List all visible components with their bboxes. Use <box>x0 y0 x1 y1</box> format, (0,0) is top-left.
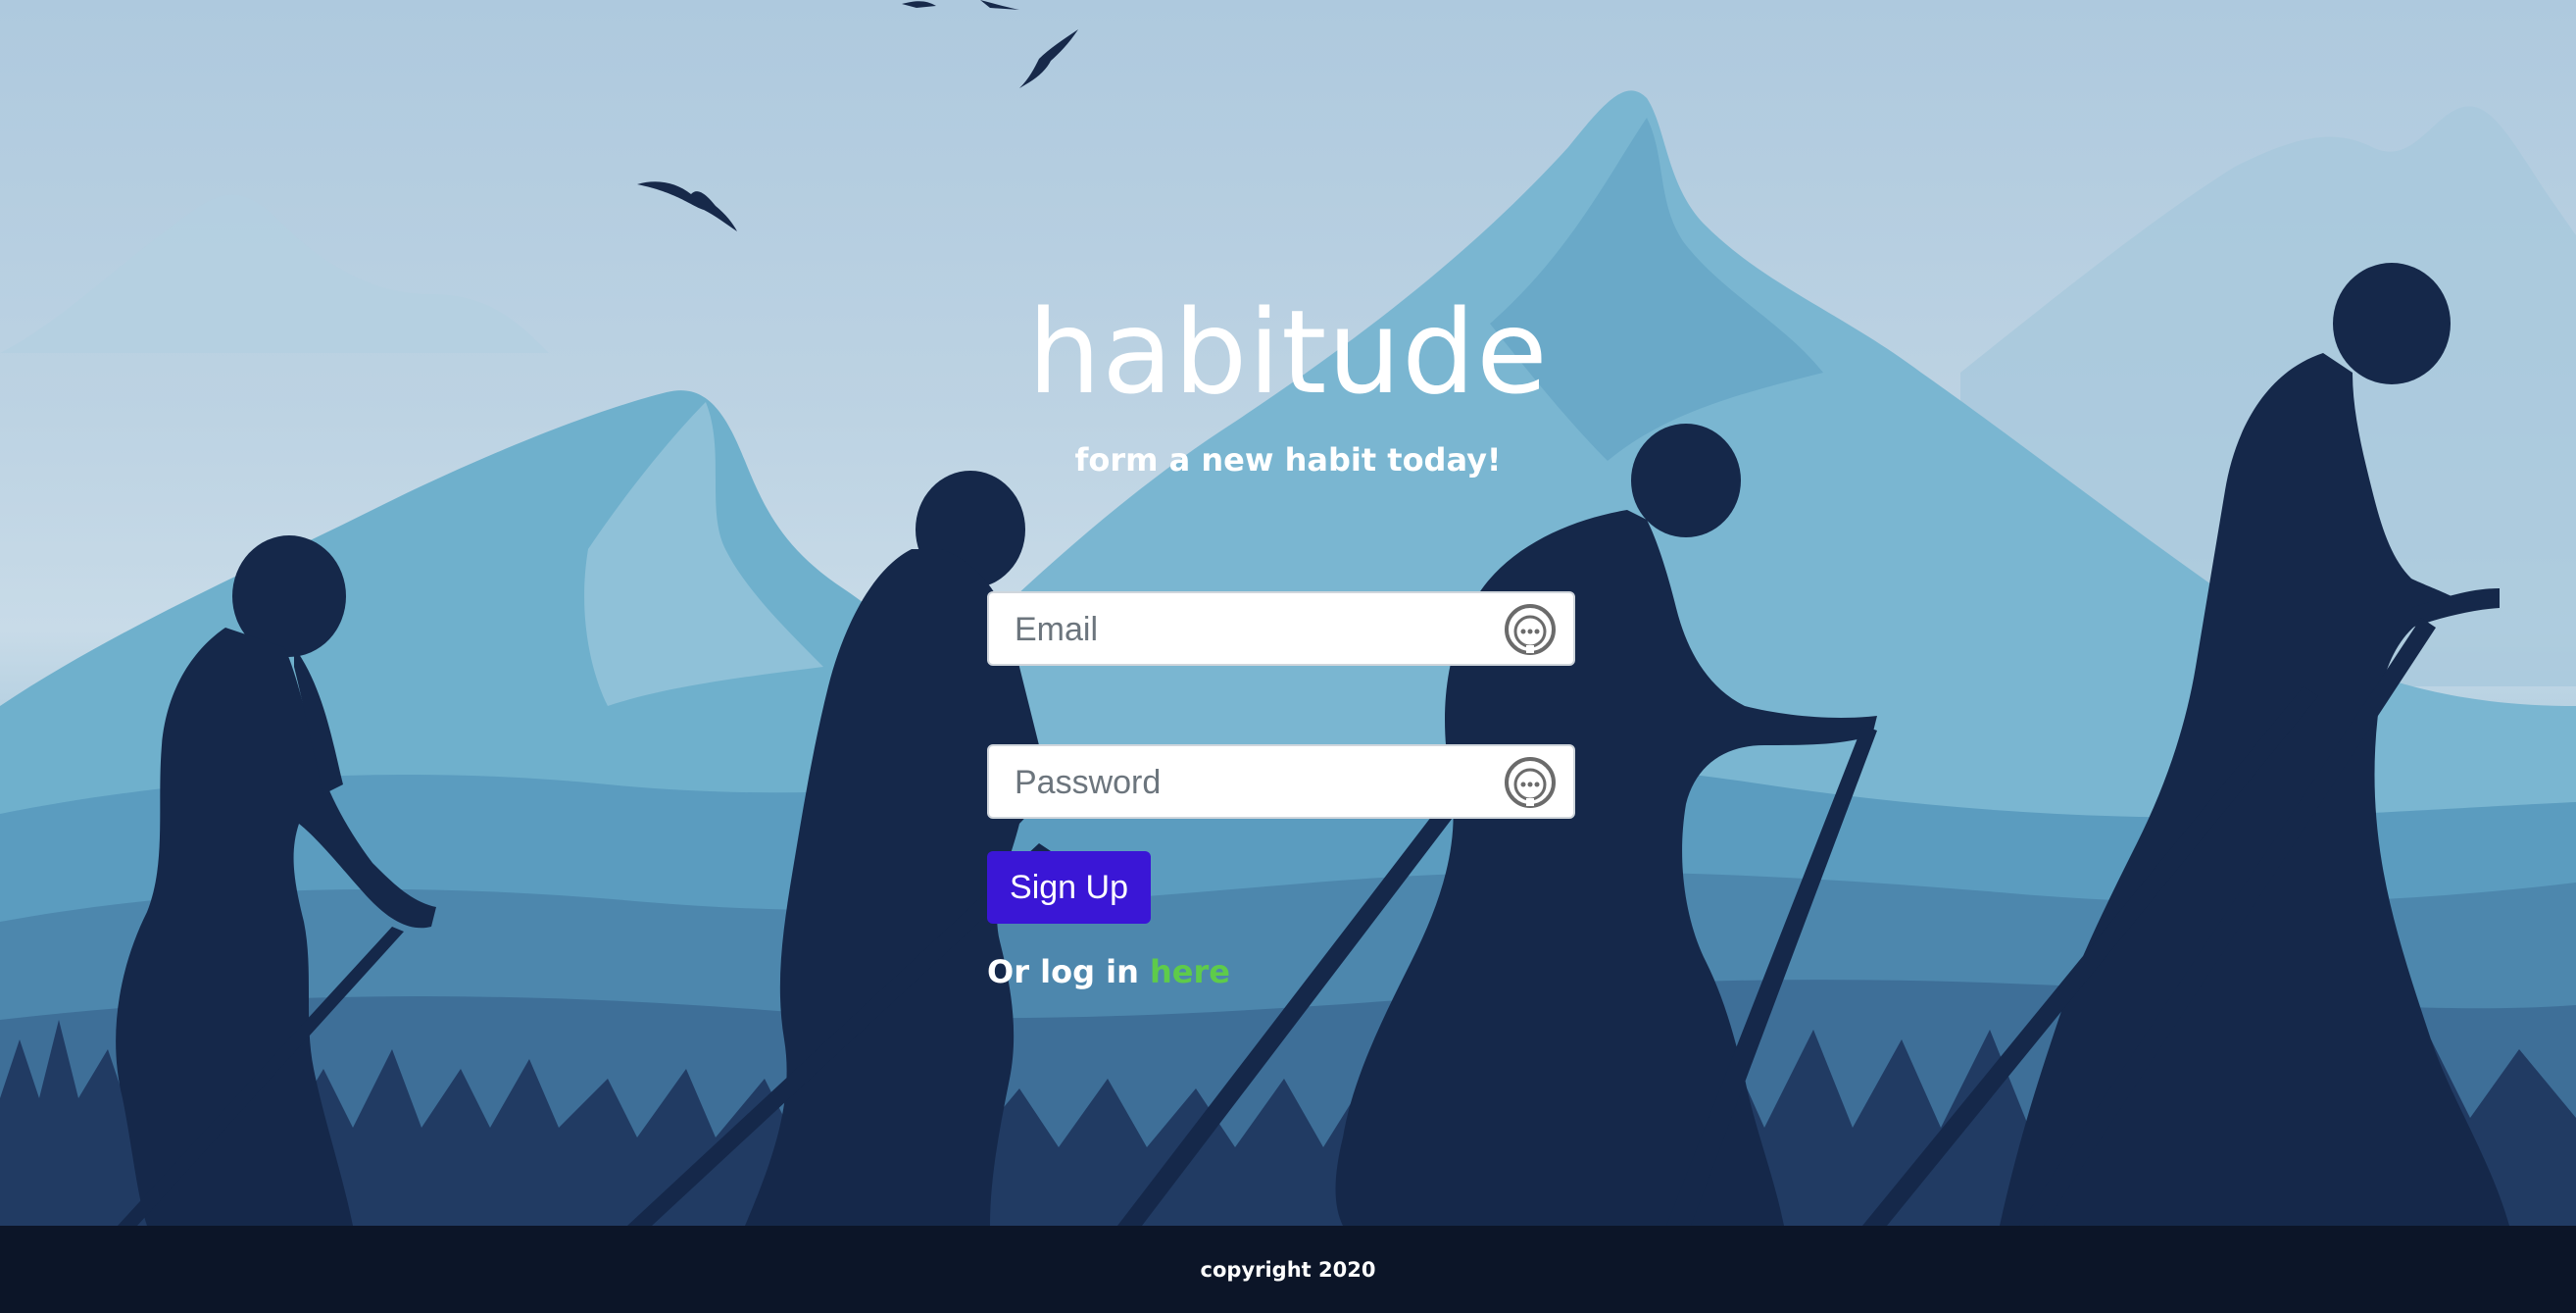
login-link[interactable]: here <box>1150 953 1230 990</box>
login-prompt-text: Or log in <box>987 953 1151 990</box>
email-input[interactable] <box>1013 593 1487 666</box>
app-tagline: form a new habit today! <box>1074 441 1502 479</box>
password-field[interactable] <box>987 744 1575 819</box>
copyright-text: copyright 2020 <box>1200 1257 1376 1282</box>
password-input[interactable] <box>1013 746 1487 819</box>
ellipsis-circle-icon[interactable] <box>1503 755 1558 810</box>
signup-panel: habitude form a new habit today! Email S… <box>0 0 2576 1226</box>
login-prompt: Or log in here <box>987 953 1230 990</box>
ellipsis-circle-icon[interactable] <box>1503 602 1558 657</box>
app-title: habitude <box>1027 284 1549 420</box>
page: habitude form a new habit today! Email S… <box>0 0 2576 1313</box>
email-field[interactable] <box>987 591 1575 666</box>
signup-button[interactable]: Sign Up <box>987 851 1151 924</box>
footer: copyright 2020 <box>0 1226 2576 1313</box>
